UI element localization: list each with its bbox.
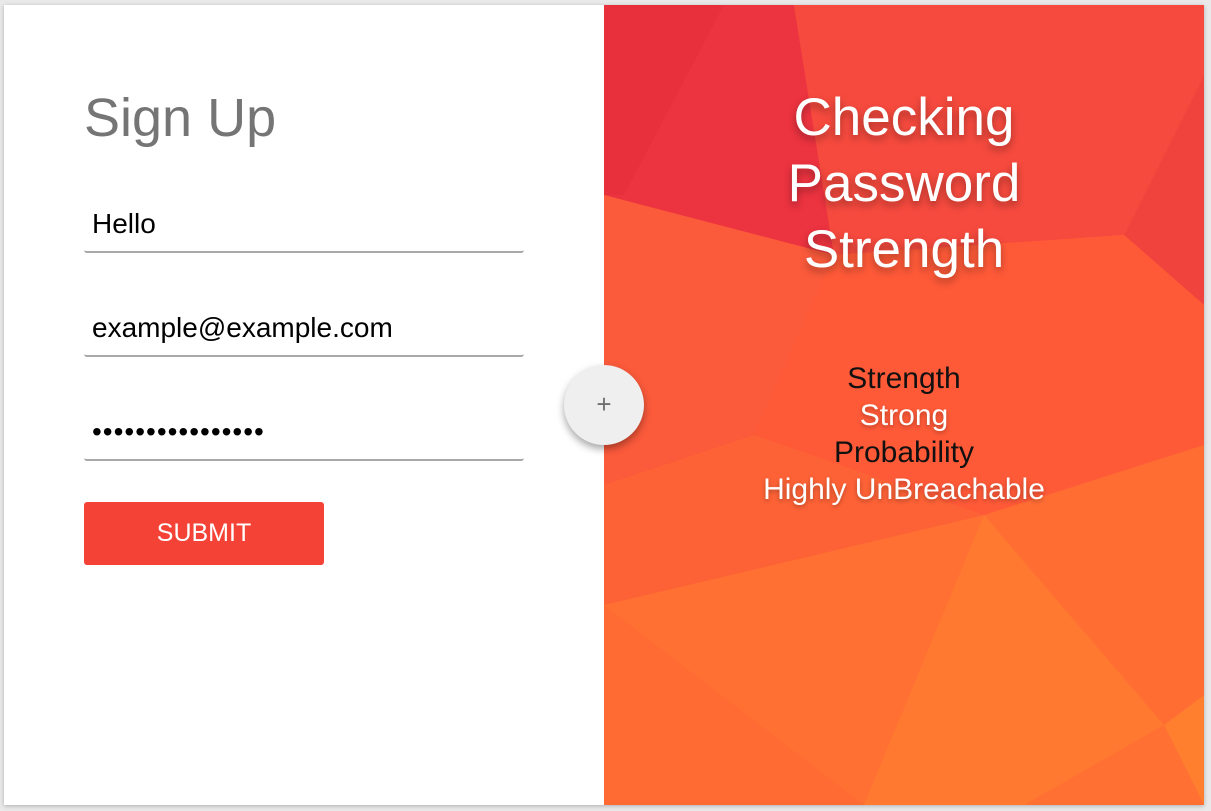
signup-form-pane: Sign Up SUBMIT (4, 5, 604, 805)
name-input[interactable] (92, 201, 512, 247)
probability-label: Probability (833, 436, 975, 469)
strength-label: Strength (847, 362, 961, 395)
email-input[interactable] (92, 305, 512, 351)
strength-stats: Strength Strong Probability Highly UnBre… (604, 360, 1204, 508)
email-field[interactable] (84, 305, 524, 357)
password-strength-panel: Checking Password Strength Strength Stro… (604, 5, 1204, 805)
heading-line: Checking (793, 88, 1015, 147)
panel-heading: Checking Password Strength (604, 85, 1204, 283)
plus-icon: + (596, 389, 612, 419)
add-button[interactable]: + (564, 365, 644, 445)
name-field[interactable] (84, 201, 524, 253)
strength-value: Strong (859, 399, 949, 432)
signup-card: Sign Up SUBMIT Checking (4, 5, 1204, 805)
heading-line: Password (787, 154, 1021, 213)
password-field[interactable] (84, 409, 524, 461)
password-input[interactable] (92, 409, 512, 455)
probability-value: Highly UnBreachable (763, 473, 1045, 506)
page-title: Sign Up (84, 88, 277, 148)
submit-button[interactable]: SUBMIT (84, 502, 324, 565)
heading-line: Strength (803, 220, 1005, 279)
